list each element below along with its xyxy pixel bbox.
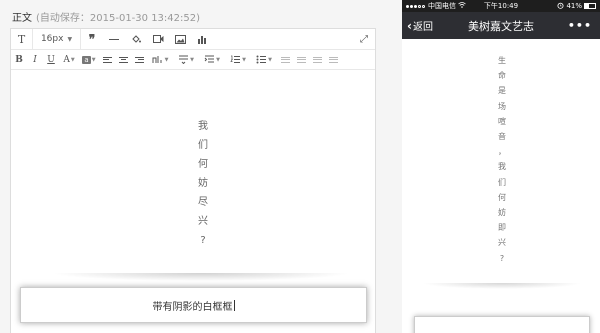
vertical-char: 我 [498, 162, 506, 172]
shadow-text-box[interactable]: 带有阴影的白框框 [20, 287, 367, 323]
chevron-down-icon: ▼ [70, 56, 75, 63]
expand-icon[interactable]: ⤢ [353, 29, 375, 49]
vertical-char: 兴 [498, 238, 506, 248]
editor-vertical-text[interactable]: 我 们 何 妨 尽 兴 ? [196, 117, 210, 250]
chevron-down-icon: ▼ [91, 56, 96, 63]
vertical-char: 们 [198, 140, 208, 151]
back-chevron-icon: ‹ [407, 18, 412, 33]
phone-shadow-box [414, 316, 590, 333]
vertical-char: 即 [498, 223, 506, 233]
editor-title: 正文 [12, 13, 32, 24]
table-insert-icon[interactable] [277, 50, 293, 69]
indent-button[interactable]: ▼ [199, 50, 225, 69]
back-button[interactable]: ‹ 返回 [407, 18, 433, 34]
format-toolbar: B I U A ▼ a ▼ ▼ ▼ ▼ ▼ ▼ [11, 50, 375, 70]
table-merge-icon[interactable] [325, 50, 341, 69]
vertical-char: 妨 [498, 208, 506, 218]
video-icon[interactable] [147, 29, 169, 49]
shadow-divider [51, 273, 351, 281]
vertical-char: 妨 [198, 178, 208, 189]
align-left-button[interactable] [99, 50, 115, 69]
vertical-char: 兴 [198, 216, 208, 227]
chevron-down-icon: ▼ [164, 56, 169, 63]
phone-vertical-text: 生 命 是 场 喧 音 ， 我 们 何 妨 即 兴 ? [496, 53, 508, 266]
autosave-status: (自动保存：2015-01-30 13:42:52) [36, 13, 201, 24]
image-icon[interactable] [169, 29, 191, 49]
vertical-char: 生 [498, 56, 506, 65]
background-color-button[interactable]: a ▼ [79, 50, 99, 69]
chevron-down-icon: ▼ [67, 35, 73, 43]
vertical-char: 尽 [198, 197, 208, 208]
vertical-char: 音 [498, 132, 506, 142]
status-bar: 中国电信 下午10:49 41% [402, 0, 600, 12]
quote-icon[interactable]: ❞ [81, 29, 103, 49]
unordered-list-button[interactable]: ▼ [251, 50, 277, 69]
ordered-list-button[interactable]: ▼ [225, 50, 251, 69]
horizontal-rule-icon[interactable] [103, 29, 125, 49]
bold-button[interactable]: B [11, 50, 27, 69]
paragraph-spacing-button[interactable]: ▼ [173, 50, 199, 69]
vertical-char: 何 [498, 192, 506, 202]
align-center-button[interactable] [115, 50, 131, 69]
align-right-button[interactable] [131, 50, 147, 69]
paint-bucket-icon[interactable] [125, 29, 147, 49]
battery-icon [584, 3, 596, 9]
chevron-down-icon: ▼ [268, 56, 272, 63]
table-row-icon[interactable] [293, 50, 309, 69]
font-color-label: A [63, 54, 70, 65]
text-style-icon[interactable]: T [11, 29, 33, 49]
chevron-down-icon: ▼ [216, 56, 220, 63]
font-size-select[interactable]: 16px ▼ [33, 29, 81, 49]
vertical-char: 命 [498, 71, 506, 81]
chevron-down-icon: ▼ [242, 56, 246, 63]
nav-bar: ‹ 返回 美树嘉文艺志 ••• [402, 12, 600, 39]
editor-pane: 正文 (自动保存：2015-01-30 13:42:52) T 16px ▼ ❞ ⤢ [0, 0, 380, 333]
background-color-icon: a [82, 55, 91, 64]
font-size-value: 16px [40, 34, 64, 44]
font-color-button[interactable]: A ▼ [59, 50, 79, 69]
line-height-button[interactable]: ▼ [147, 50, 173, 69]
phone-preview: 中国电信 下午10:49 41% ‹ 返回 美树嘉文艺志 ••• 生 命 是 场 … [402, 0, 600, 333]
status-time: 下午10:49 [483, 2, 519, 10]
more-icon[interactable]: ••• [568, 19, 592, 32]
editor-header: 正文 (自动保存：2015-01-30 13:42:52) [12, 9, 200, 24]
main-toolbar: T 16px ▼ ❞ ⤢ [11, 29, 375, 50]
table-column-icon[interactable] [309, 50, 325, 69]
vertical-char: 场 [498, 101, 506, 111]
vertical-char: 何 [198, 159, 208, 170]
back-label: 返回 [412, 22, 433, 33]
vertical-char: 们 [498, 177, 506, 187]
text-cursor [233, 299, 235, 311]
underline-button[interactable]: U [43, 50, 59, 69]
vertical-char: 喧 [498, 116, 506, 126]
chevron-down-icon: ▼ [190, 56, 194, 63]
phone-shadow-divider [422, 283, 582, 289]
vertical-char: 我 [198, 121, 208, 132]
bar-chart-icon[interactable] [191, 29, 213, 49]
vertical-char: ? [200, 235, 206, 246]
vertical-char: ? [499, 253, 505, 263]
shadow-box-text: 带有阴影的白框框 [152, 301, 233, 313]
vertical-char: 是 [498, 86, 506, 96]
italic-button[interactable]: I [27, 50, 43, 69]
vertical-char: ， [498, 147, 506, 157]
